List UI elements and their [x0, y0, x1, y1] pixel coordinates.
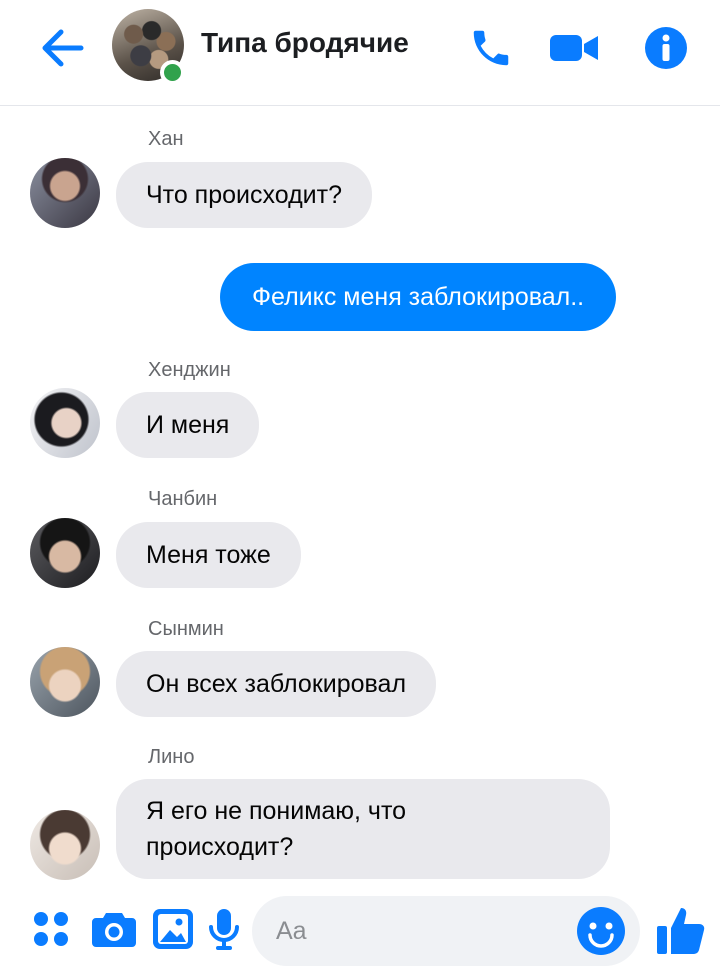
back-arrow-icon — [42, 29, 84, 67]
message-bubble-incoming[interactable]: Он всех заблокировал — [116, 651, 437, 717]
more-actions-button[interactable] — [28, 906, 74, 952]
sender-name: Чанбин — [148, 488, 218, 510]
camera-button[interactable] — [90, 906, 138, 952]
video-call-button[interactable] — [548, 22, 600, 74]
message-bubble-incoming[interactable]: И меня — [116, 392, 260, 458]
thumbs-up-icon — [657, 908, 705, 954]
sender-name: Сынмин — [148, 618, 224, 640]
emoji-button[interactable] — [576, 906, 626, 956]
avatar[interactable] — [30, 518, 100, 588]
avatar[interactable] — [30, 388, 100, 458]
chat-screen: Типа бродячие Хан Что происходит? Феликс… — [0, 0, 720, 966]
camera-icon — [92, 913, 136, 947]
conversation-info-button[interactable] — [640, 22, 692, 74]
avatar[interactable] — [30, 647, 100, 717]
avatar[interactable] — [30, 810, 100, 880]
message-bubble-incoming[interactable]: Что происходит? — [116, 162, 372, 228]
phone-icon — [473, 30, 509, 66]
image-icon — [153, 909, 193, 949]
voice-call-button[interactable] — [465, 22, 517, 74]
message-bubble-incoming[interactable]: Я его не понимаю, что происходит? — [116, 779, 610, 879]
apps-grid-icon — [34, 912, 68, 946]
online-status-indicator — [160, 60, 185, 85]
chat-title[interactable]: Типа бродячие — [201, 27, 409, 59]
microphone-icon — [209, 909, 239, 950]
back-button[interactable] — [38, 24, 86, 72]
video-camera-icon — [550, 35, 598, 61]
sender-name: Лино — [148, 746, 195, 768]
sender-name: Хенджин — [148, 359, 231, 381]
like-button[interactable] — [655, 904, 707, 956]
message-text-line: происходит? — [146, 833, 294, 861]
chat-header: Типа бродячие — [0, 0, 720, 106]
avatar[interactable] — [30, 158, 100, 228]
emoji-icon — [577, 907, 625, 955]
message-bubble-outgoing[interactable]: Феликс меня заблокировал.. — [220, 263, 617, 331]
gallery-button[interactable] — [150, 906, 196, 952]
message-bubble-incoming[interactable]: Меня тоже — [116, 522, 301, 588]
sender-name: Хан — [148, 128, 184, 150]
info-icon — [645, 27, 687, 69]
message-text-line: Я его не понимаю, что — [146, 797, 407, 825]
message-composer — [0, 886, 720, 966]
voice-message-button[interactable] — [204, 906, 244, 952]
